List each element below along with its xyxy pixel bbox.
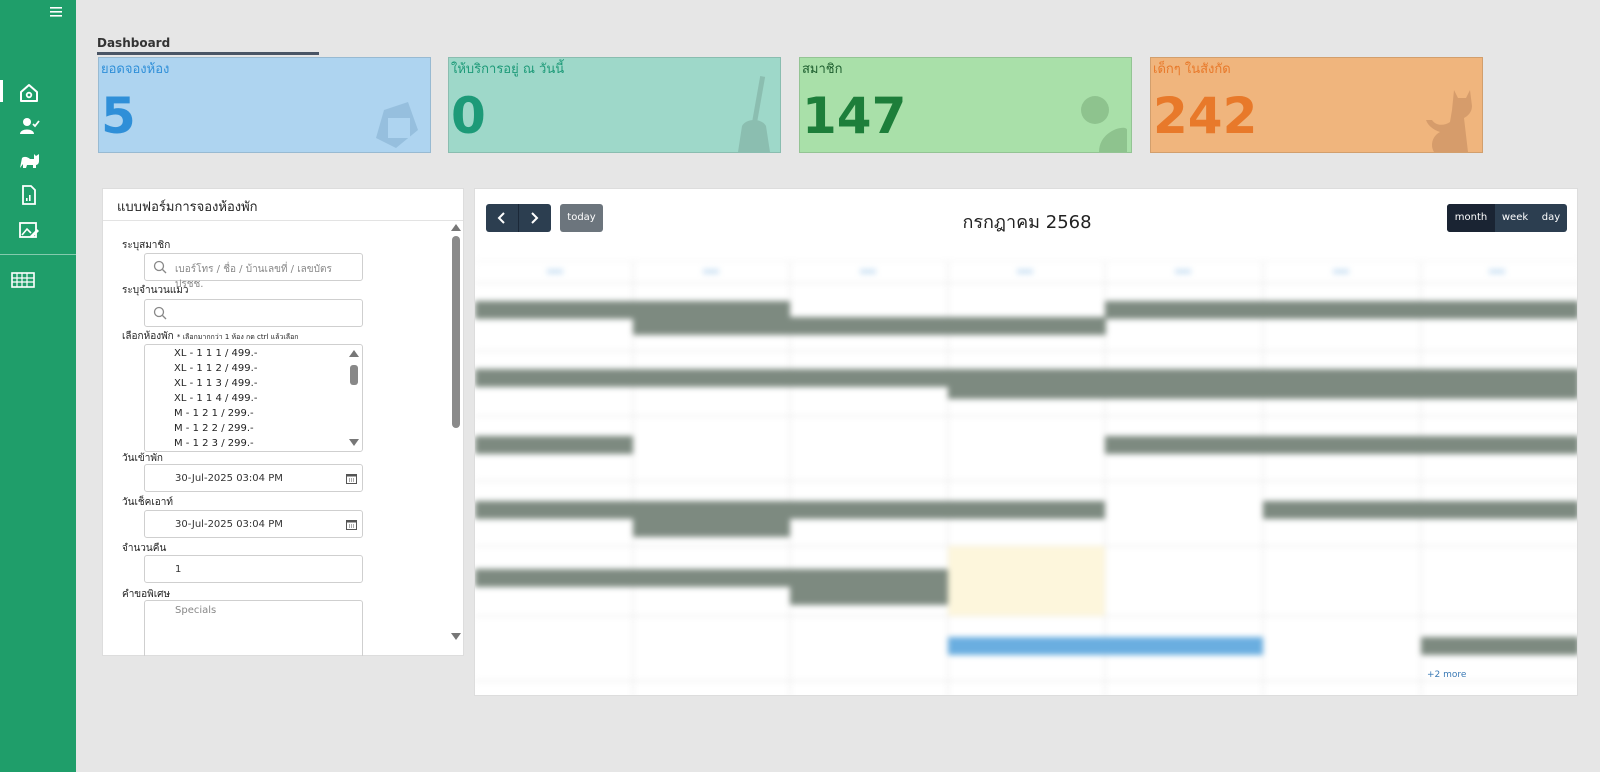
gallery-edit-icon[interactable] (18, 219, 40, 241)
calendar-event[interactable] (633, 317, 1106, 335)
table-icon[interactable] (11, 271, 35, 293)
calendar-event[interactable] (475, 501, 1105, 519)
stat-card-cats: เด็กๆ ในสังกัด 242 (1150, 57, 1483, 153)
room-option[interactable]: M - 1 2 3 / 299.- (174, 438, 254, 449)
room-option[interactable]: M - 1 2 2 / 299.- (174, 423, 254, 434)
checkout-value: 30-Jul-2025 03:04 PM (175, 519, 283, 530)
stat-card-bookings: ยอดจองห้อง 5 (98, 57, 431, 153)
special-request-placeholder: Specials (175, 605, 217, 616)
booking-icon (374, 90, 426, 152)
stat-card-in-service: ให้บริการอยู่ ณ วันนี้ 0 (448, 57, 781, 153)
card-value: 0 (451, 87, 486, 145)
room-label: เลือกห้องพัก * เลือกมากกว่า 1 ห้อง กด ct… (122, 329, 299, 344)
member-icon (1079, 90, 1127, 152)
room-option[interactable]: XL - 1 1 4 / 499.- (174, 393, 257, 404)
calendar-icon[interactable] (346, 519, 357, 530)
checkout-datetime-input[interactable]: 30-Jul-2025 03:04 PM (144, 510, 363, 538)
calendar-event[interactable] (475, 369, 948, 387)
checkin-datetime-input[interactable]: 30-Jul-2025 03:04 PM (144, 464, 363, 492)
tab-underline (97, 52, 319, 55)
checkin-value: 30-Jul-2025 03:04 PM (175, 473, 283, 484)
cat-icon[interactable] (18, 148, 40, 170)
card-value: 5 (101, 87, 136, 145)
sidebar (0, 0, 76, 772)
room-label-text: เลือกห้องพัก (122, 331, 174, 342)
calendar-event[interactable] (475, 436, 633, 454)
view-switcher: month week day (1447, 204, 1567, 232)
card-value: 242 (1153, 87, 1258, 145)
calendar-title: กรกฎาคม 2568 (962, 212, 1092, 233)
hamburger-icon[interactable] (49, 5, 63, 19)
listbox-scrollbar[interactable] (348, 347, 360, 449)
room-option[interactable]: XL - 1 1 2 / 499.- (174, 363, 257, 374)
member-search-input[interactable]: เบอร์โทร / ชื่อ / บ้านเลขที่ / เลขบัตร ป… (144, 253, 363, 290)
room-option[interactable]: XL - 1 1 1 / 499.- (174, 348, 257, 359)
card-title: ยอดจองห้อง (101, 62, 170, 77)
calendar-event[interactable] (633, 519, 790, 537)
home-icon[interactable] (18, 82, 40, 104)
search-icon (153, 306, 167, 320)
room-option[interactable]: XL - 1 1 3 / 499.- (174, 378, 257, 389)
calendar-event[interactable] (1105, 436, 1577, 454)
tab-dashboard[interactable]: Dashboard (97, 36, 170, 50)
search-icon (153, 260, 167, 274)
room-hint: * เลือกมากกว่า 1 ห้อง กด ctrl แล้วเลือก (176, 333, 299, 341)
calendar-event[interactable] (948, 369, 1577, 399)
calendar-event[interactable] (1105, 301, 1577, 319)
sidebar-active-indicator (0, 80, 3, 102)
special-request-textarea[interactable]: Specials (144, 600, 363, 656)
view-day-button[interactable]: day (1535, 204, 1567, 232)
card-title: สมาชิก (802, 62, 843, 77)
card-value: 147 (802, 87, 907, 145)
calendar-panel: today กรกฎาคม 2568 month week day +2 mor… (474, 188, 1578, 696)
card-title: เด็กๆ ในสังกัด (1153, 62, 1231, 77)
calendar-event[interactable] (1263, 501, 1577, 519)
more-events-link[interactable]: +2 more (1427, 670, 1466, 680)
cat-count-input[interactable] (144, 299, 363, 327)
room-option[interactable]: M - 1 2 1 / 299.- (174, 408, 254, 419)
stat-card-members: สมาชิก 147 (799, 57, 1132, 153)
calendar-event[interactable] (475, 569, 948, 587)
calendar-event[interactable] (790, 587, 948, 605)
room-select[interactable]: XL - 1 1 1 / 499.- XL - 1 1 2 / 499.- XL… (144, 344, 363, 452)
calendar-event[interactable] (1421, 637, 1577, 655)
member-check-icon[interactable] (18, 115, 40, 137)
cat-count-label: ระบุจำนวนแมว (122, 285, 189, 296)
form-title: แบบฟอร์มการจองห้องพัก (103, 189, 463, 221)
cat-icon (1424, 86, 1478, 152)
nights-value: 1 (175, 564, 182, 575)
card-title: ให้บริการอยู่ ณ วันนี้ (451, 62, 565, 77)
view-month-button[interactable]: month (1447, 204, 1495, 232)
panel-scrollbar[interactable] (449, 221, 463, 655)
checkout-label: วันเช็คเอาท์ (122, 497, 173, 508)
report-icon[interactable] (18, 184, 40, 206)
sidebar-divider (0, 254, 76, 255)
broom-icon (736, 76, 776, 152)
member-search-placeholder: เบอร์โทร / ชื่อ / บ้านเลขที่ / เลขบัตร ป… (175, 264, 332, 290)
calendar-icon[interactable] (346, 473, 357, 484)
view-week-button[interactable]: week (1495, 204, 1535, 232)
calendar-event[interactable] (948, 637, 1263, 655)
member-label: ระบุสมาชิก (122, 240, 171, 251)
month-grid[interactable] (475, 260, 1577, 695)
nights-label: จำนวนคืน (122, 543, 167, 554)
nights-input[interactable]: 1 (144, 555, 363, 583)
booking-form-panel: แบบฟอร์มการจองห้องพัก ระบุสมาชิก เบอร์โท… (102, 188, 464, 656)
